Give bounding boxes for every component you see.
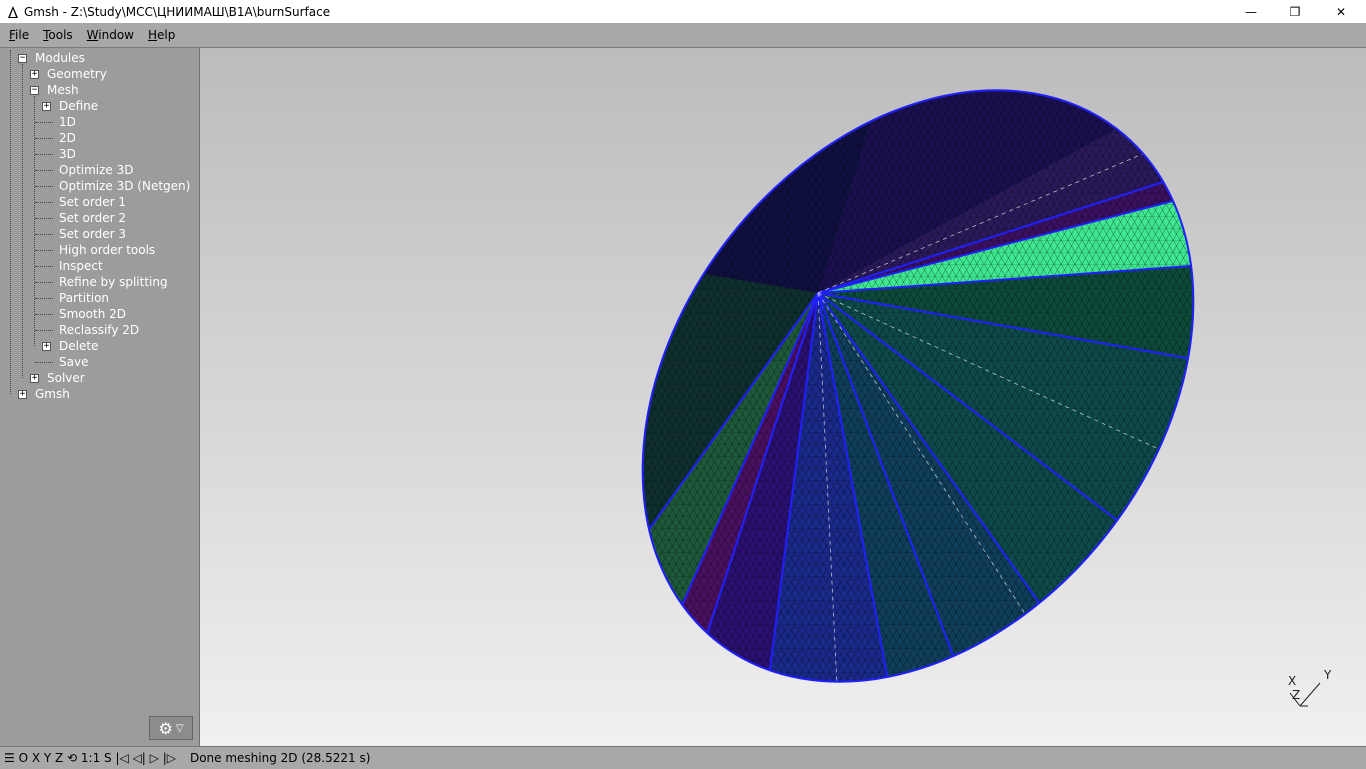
tree-line bbox=[35, 266, 53, 267]
tree-line bbox=[35, 330, 53, 331]
mesh-disc bbox=[528, 48, 1308, 746]
tree-item-1d[interactable]: 1D bbox=[59, 114, 76, 130]
tree-item-solver[interactable]: Solver bbox=[47, 370, 85, 386]
gear-icon: ⚙ bbox=[158, 718, 173, 738]
tree-line bbox=[35, 170, 53, 171]
dropdown-triangle-icon: ▽ bbox=[175, 722, 184, 734]
tree-item-refine-by-splitting[interactable]: Refine by splitting bbox=[59, 274, 168, 290]
minimize-button[interactable]: — bbox=[1228, 0, 1274, 23]
menu-window-label: indow bbox=[98, 28, 134, 42]
tree-line bbox=[34, 96, 35, 346]
tree-line bbox=[22, 64, 23, 378]
view-controls[interactable]: ☰ O X Y Z ⟲ 1:1 S |◁ ◁| ▷ |▷ bbox=[4, 751, 176, 765]
menu-help-label: elp bbox=[157, 28, 176, 42]
expand-gmsh-toggle[interactable]: + bbox=[18, 390, 27, 399]
tree-line bbox=[35, 362, 53, 363]
expand-delete-toggle[interactable]: + bbox=[42, 342, 51, 351]
axis-y-label: Y bbox=[1324, 668, 1332, 682]
menu-help[interactable]: Help bbox=[141, 28, 182, 42]
tree-item-delete[interactable]: Delete bbox=[59, 338, 98, 354]
axis-z-label: Z bbox=[1292, 688, 1301, 702]
minimize-icon: — bbox=[1245, 4, 1257, 19]
tree-item-inspect[interactable]: Inspect bbox=[59, 258, 103, 274]
mesh-render bbox=[528, 48, 1308, 746]
close-button[interactable]: ✕ bbox=[1318, 0, 1364, 23]
tree-item-optimize-3d-netgen[interactable]: Optimize 3D (Netgen) bbox=[59, 178, 190, 194]
tree-line bbox=[35, 218, 53, 219]
tree-line bbox=[35, 298, 53, 299]
graphics-viewport[interactable]: X Y Z bbox=[200, 48, 1366, 746]
tree-line bbox=[35, 234, 53, 235]
tree-item-optimize-3d[interactable]: Optimize 3D bbox=[59, 162, 134, 178]
tree-line bbox=[35, 154, 53, 155]
tree-item-partition[interactable]: Partition bbox=[59, 290, 109, 306]
tree-item-smooth-2d[interactable]: Smooth 2D bbox=[59, 306, 126, 322]
menu-file-label: ile bbox=[15, 28, 30, 42]
title-bar: Gmsh - Z:\Study\MCC\ЦНИИМАШ\B1A\burnSurf… bbox=[0, 0, 1366, 23]
menu-tools-label: ools bbox=[48, 28, 73, 42]
maximize-button[interactable]: ❐ bbox=[1272, 0, 1318, 23]
tree-item-set-order-1[interactable]: Set order 1 bbox=[59, 194, 126, 210]
tree-item-modules[interactable]: Modules bbox=[35, 50, 85, 66]
status-bar: ☰ O X Y Z ⟲ 1:1 S |◁ ◁| ▷ |▷ Done meshin… bbox=[0, 746, 1366, 769]
menu-bar: File Tools Window Help bbox=[0, 23, 1366, 48]
options-button[interactable]: ⚙ ▽ bbox=[149, 716, 193, 740]
tree-item-mesh[interactable]: Mesh bbox=[47, 82, 79, 98]
tree-item-gmsh[interactable]: Gmsh bbox=[35, 386, 70, 402]
tree-line bbox=[35, 314, 53, 315]
gmsh-app-icon bbox=[7, 5, 19, 18]
window-title: Gmsh - Z:\Study\MCC\ЦНИИМАШ\B1A\burnSurf… bbox=[24, 4, 331, 19]
status-message: Done meshing 2D (28.5221 s) bbox=[189, 751, 371, 765]
tree-item-set-order-2[interactable]: Set order 2 bbox=[59, 210, 126, 226]
menu-window-hotkey: W bbox=[86, 28, 99, 42]
tree-item-save[interactable]: Save bbox=[59, 354, 88, 370]
tree-item-3d[interactable]: 3D bbox=[59, 146, 76, 162]
tree-item-reclassify-2d[interactable]: Reclassify 2D bbox=[59, 322, 139, 338]
collapse-modules-toggle[interactable]: − bbox=[18, 54, 27, 63]
tree-line bbox=[35, 282, 53, 283]
tree-line bbox=[35, 122, 53, 123]
menu-file[interactable]: File bbox=[2, 28, 36, 42]
tree-item-geometry[interactable]: Geometry bbox=[47, 66, 107, 82]
tree-item-2d[interactable]: 2D bbox=[59, 130, 76, 146]
tree-line bbox=[35, 202, 53, 203]
axis-x-label: X bbox=[1288, 674, 1297, 688]
menu-help-hotkey: H bbox=[148, 28, 158, 42]
module-tree: − Modules + Geometry − Mesh + Define 1D … bbox=[0, 48, 200, 746]
collapse-mesh-toggle[interactable]: − bbox=[30, 86, 39, 95]
restore-icon: ❐ bbox=[1289, 4, 1301, 19]
tree-item-set-order-3[interactable]: Set order 3 bbox=[59, 226, 126, 242]
expand-solver-toggle[interactable]: + bbox=[30, 374, 39, 383]
close-icon: ✕ bbox=[1335, 4, 1347, 19]
tree-item-define[interactable]: Define bbox=[59, 98, 98, 114]
tree-item-high-order-tools[interactable]: High order tools bbox=[59, 242, 155, 258]
tree-line bbox=[35, 138, 53, 139]
tree-line bbox=[35, 186, 53, 187]
menu-tools[interactable]: Tools bbox=[36, 28, 80, 42]
expand-geometry-toggle[interactable]: + bbox=[30, 70, 39, 79]
menu-window[interactable]: Window bbox=[80, 28, 141, 42]
expand-define-toggle[interactable]: + bbox=[42, 102, 51, 111]
tree-line bbox=[35, 250, 53, 251]
tree-line bbox=[10, 50, 11, 394]
